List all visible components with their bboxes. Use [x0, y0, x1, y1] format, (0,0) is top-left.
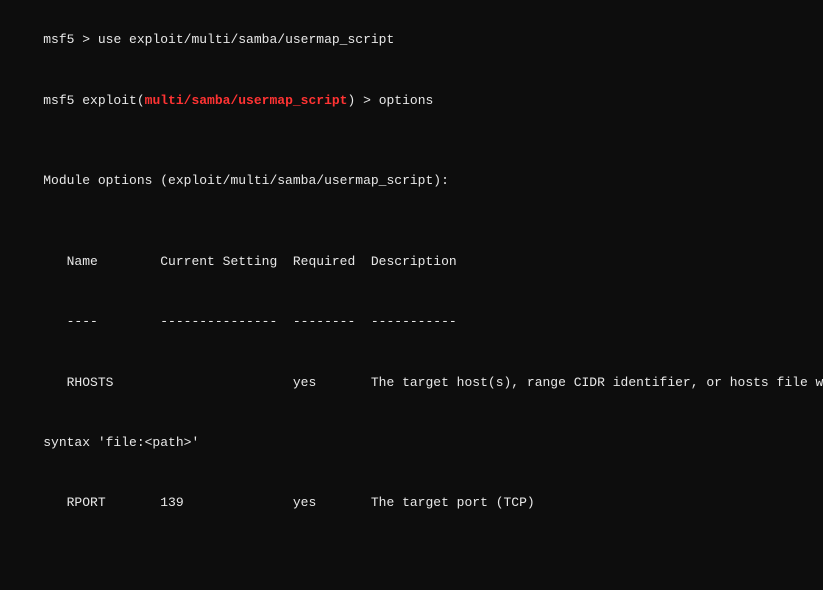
table-row-rhosts-cont: syntax 'file:<path>': [12, 413, 811, 473]
blank-4: [12, 554, 811, 574]
blank-1: [12, 131, 811, 151]
terminal-window[interactable]: msf5 > use exploit/multi/samba/usermap_s…: [0, 0, 823, 590]
terminal-line-2: msf5 exploit(multi/samba/usermap_script)…: [12, 70, 811, 130]
blank-3: [12, 534, 811, 554]
module-name-1: multi/samba/usermap_script: [145, 93, 348, 108]
blank-2: [12, 211, 811, 231]
terminal-line-1: msf5 > use exploit/multi/samba/usermap_s…: [12, 10, 811, 70]
module-options-heading: Module options (exploit/multi/samba/user…: [12, 151, 811, 211]
exploit-target-heading: Exploit target:: [12, 574, 811, 590]
table-row-rhosts: RHOSTS yes The target host(s), range CID…: [12, 352, 811, 412]
table-row-rport: RPORT 139 yes The target port (TCP): [12, 473, 811, 533]
table-separator: ---- --------------- -------- ----------…: [12, 292, 811, 352]
prompt-2a: msf5 exploit(: [43, 93, 144, 108]
table-header-row: Name Current Setting Required Descriptio…: [12, 232, 811, 292]
prompt-1: msf5: [43, 32, 82, 47]
